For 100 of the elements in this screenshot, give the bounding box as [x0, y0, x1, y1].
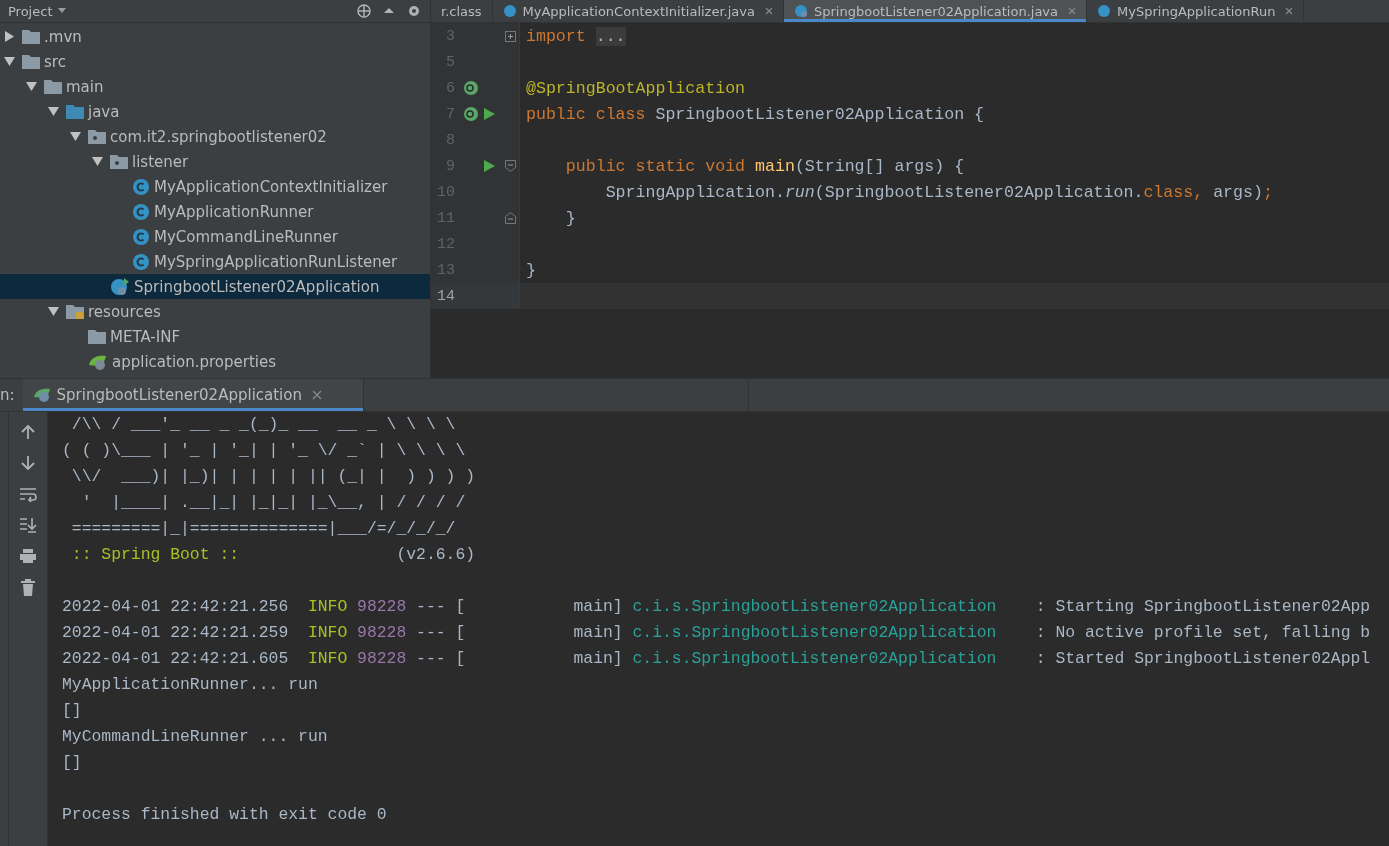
tree-item[interactable]: MyApplicationContextInitializer	[0, 174, 430, 199]
resources-folder-icon	[66, 304, 84, 319]
folder-icon	[88, 329, 106, 344]
run-tab[interactable]: SpringbootListener02Application	[22, 379, 364, 411]
tree-label: com.it2.springbootlistener02	[110, 127, 327, 146]
tree-item[interactable]: MySpringApplicationRunListener	[0, 249, 430, 274]
close-icon[interactable]	[312, 390, 322, 400]
code-line: SpringApplication.run(SpringbootListener02Application.class, args);	[604, 182, 1273, 202]
log-level: INFO	[307, 648, 348, 670]
log-message: : Started SpringbootListener02Appl	[1035, 648, 1371, 670]
tree-item[interactable]: .mvn	[0, 24, 430, 49]
log-message: : Starting SpringbootListener02App	[1035, 596, 1371, 618]
log-thread: --- [ main]	[416, 622, 623, 644]
tree-item[interactable]: main	[0, 74, 430, 99]
tree-label: main	[66, 77, 104, 96]
close-icon[interactable]	[1285, 7, 1294, 15]
tree-label: MySpringApplicationRunListener	[154, 252, 398, 271]
folder-icon	[22, 54, 40, 69]
output-line: MyCommandLineRunner ... run	[62, 726, 328, 748]
log-thread: --- [ main]	[416, 648, 623, 670]
tree-label: .mvn	[44, 27, 82, 46]
code-line: import ...	[526, 26, 626, 46]
class-icon	[132, 202, 150, 221]
version-text: (v2.6.6)	[396, 544, 476, 566]
panel-title[interactable]: Project	[8, 3, 53, 19]
tree-item[interactable]: com.it2.springbootlistener02	[0, 124, 430, 149]
log-logger: c.i.s.SpringbootListener02Application	[632, 596, 998, 618]
tree-label: MyApplicationRunner	[154, 202, 314, 221]
code-line: public class SpringbootListener02Application {	[526, 104, 985, 124]
expanded-arrow-icon[interactable]	[26, 81, 37, 92]
tree-label: resources	[88, 302, 161, 321]
tree-label: MyApplicationContextInitializer	[154, 177, 388, 196]
close-icon[interactable]	[764, 7, 773, 15]
tree-label: java	[88, 102, 120, 121]
banner-line: ( ( )\___ | '_ | '_| | '_ \/ _` | \ \ \ \	[62, 440, 466, 462]
expanded-arrow-icon[interactable]	[70, 131, 81, 142]
folder-icon	[66, 104, 84, 119]
bean-icon[interactable]	[463, 106, 479, 122]
log-message: : No active profile set, falling b	[1035, 622, 1371, 644]
tree-item[interactable]: SpringbootListener02Application	[0, 274, 430, 299]
run-icon[interactable]	[483, 160, 495, 172]
tree-item[interactable]: META-INF	[0, 324, 430, 349]
banner-line: =========|_|==============|___/=/_/_/_/	[70, 518, 456, 540]
log-timestamp: 2022-04-01 22:42:21.605	[62, 648, 289, 670]
tree-item[interactable]: java	[0, 99, 430, 124]
banner-line: /\\ / ___'_ __ _ _(_)_ __ __ _ \ \ \ \	[70, 414, 456, 436]
log-logger: c.i.s.SpringbootListener02Application	[632, 622, 998, 644]
line-number: 14	[436, 287, 455, 305]
package-icon	[110, 154, 128, 169]
tree-item[interactable]: src	[0, 49, 430, 74]
folder-icon	[22, 29, 40, 44]
spring-class-icon	[793, 4, 808, 18]
log-pid: 98228	[357, 622, 407, 644]
code-line: public static void main(String[] args) {	[564, 156, 965, 176]
print-icon[interactable]	[19, 548, 37, 564]
tree-item[interactable]: resources	[0, 299, 430, 324]
output-line: []	[62, 752, 82, 774]
package-icon	[88, 129, 106, 144]
output-line: []	[62, 700, 82, 722]
tree-label: application.properties	[112, 352, 277, 371]
class-icon	[1097, 4, 1112, 18]
tree-item[interactable]: MyCommandLineRunner	[0, 224, 430, 249]
tree-label: listener	[132, 152, 189, 171]
fold-icon[interactable]	[504, 160, 516, 172]
expanded-arrow-icon[interactable]	[48, 306, 59, 317]
log-level: INFO	[307, 596, 348, 618]
trash-icon[interactable]	[20, 579, 36, 596]
collapsed-arrow-icon[interactable]	[4, 31, 15, 42]
editor-tab[interactable]: MyApplicationContextInitializer.java	[492, 0, 784, 22]
soft-wrap-icon[interactable]	[19, 486, 37, 502]
fold-icon[interactable]	[504, 212, 516, 224]
scroll-to-end-icon[interactable]	[19, 517, 37, 533]
expanded-arrow-icon[interactable]	[48, 106, 59, 117]
code-line: }	[526, 260, 536, 280]
editor-tab[interactable]: MySpringApplicationRun	[1087, 0, 1305, 22]
log-pid: 98228	[357, 648, 407, 670]
bean-icon[interactable]	[463, 80, 479, 96]
class-icon	[132, 252, 150, 271]
class-icon	[502, 4, 517, 18]
output-line: Process finished with exit code 0	[62, 804, 387, 826]
editor-tab[interactable]: SpringbootListener02Application.java	[783, 0, 1088, 22]
tree-item[interactable]: MyApplicationRunner	[0, 199, 430, 224]
tree-item[interactable]: listener	[0, 149, 430, 174]
spring-class-icon	[110, 276, 130, 297]
folder-icon	[44, 79, 62, 94]
up-arrow-icon[interactable]	[20, 424, 36, 440]
editor-tab[interactable]: r.class	[431, 0, 493, 22]
expanded-arrow-icon[interactable]	[4, 56, 15, 67]
output-line: MyApplicationRunner... run	[62, 674, 318, 696]
expanded-arrow-icon[interactable]	[92, 156, 103, 167]
target-icon[interactable]	[356, 3, 372, 19]
settings-icon[interactable]	[406, 3, 422, 19]
fold-icon[interactable]	[504, 30, 516, 42]
tree-item[interactable]: application.properties	[0, 349, 430, 374]
tree-label: SpringbootListener02Application	[134, 277, 380, 296]
tree-label: src	[44, 52, 66, 71]
run-icon[interactable]	[483, 108, 495, 120]
caret-icon[interactable]	[58, 8, 67, 14]
down-arrow-icon[interactable]	[20, 455, 36, 471]
banner-line: \\/ ___)| |_)| | | | | || (_| | ) ) ) )	[70, 466, 476, 488]
